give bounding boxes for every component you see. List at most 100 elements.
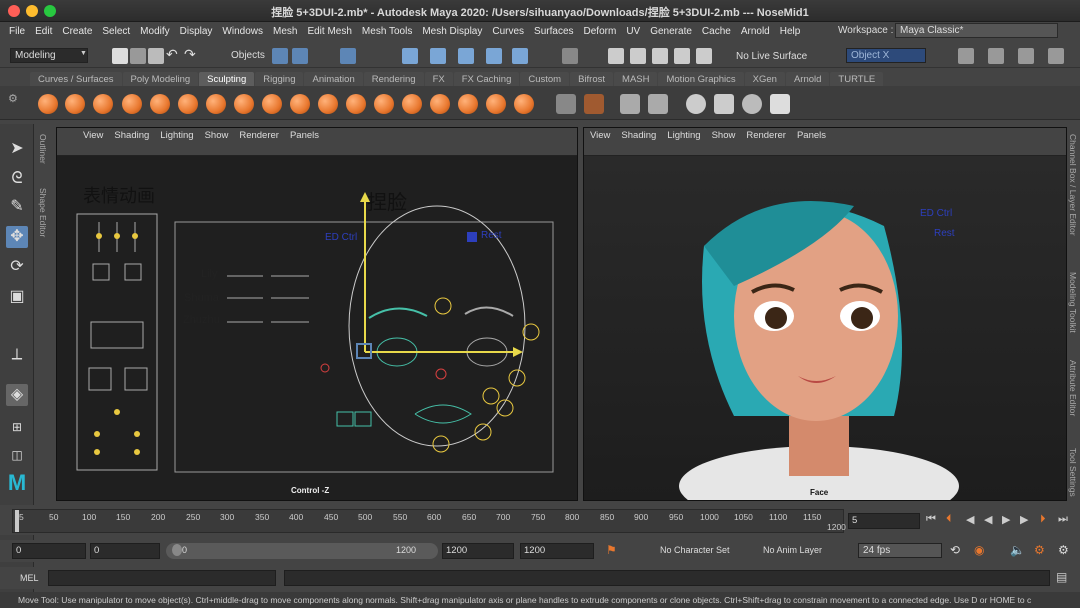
pose-editor-icon[interactable] xyxy=(648,94,668,114)
open-scene-icon[interactable] xyxy=(130,48,146,64)
menu-select[interactable]: Select xyxy=(102,26,130,37)
outliner-tab[interactable]: Outliner xyxy=(38,134,48,164)
foamy-tool-icon[interactable] xyxy=(206,94,226,114)
menu-edit-mesh[interactable]: Edit Mesh xyxy=(307,26,351,37)
menu-create[interactable]: Create xyxy=(62,26,92,37)
smear-tool-icon[interactable] xyxy=(430,94,450,114)
repeat-tool-icon[interactable] xyxy=(262,94,282,114)
left-panel-toolbar[interactable] xyxy=(57,142,577,156)
right-renderer-menu[interactable]: Renderer xyxy=(746,130,786,141)
snap-to-view-plane-icon[interactable] xyxy=(486,48,502,64)
time-slider-track[interactable]: 5 50 100 150 200 250 300 350 400 450 500… xyxy=(12,509,846,533)
character-set-label[interactable]: No Character Set xyxy=(660,545,730,555)
right-panels-menu[interactable]: Panels xyxy=(797,130,826,141)
menu-mesh[interactable]: Mesh xyxy=(273,26,297,37)
menu-generate[interactable]: Generate xyxy=(650,26,692,37)
attribute-editor-tab[interactable]: Attribute Editor xyxy=(1068,360,1078,416)
range-slider-bar[interactable]: 0 1200 xyxy=(166,543,438,559)
freeze-tool-icon[interactable] xyxy=(514,94,534,114)
amplify-tool-icon[interactable] xyxy=(486,94,506,114)
shelf-tab-fx[interactable]: FX xyxy=(424,72,453,86)
step-forward-frame-icon[interactable]: ▶ xyxy=(1020,513,1028,526)
menu-surfaces[interactable]: Surfaces xyxy=(534,26,573,37)
right-view-menu[interactable]: View xyxy=(590,130,610,141)
select-tool-icon[interactable]: ➤ xyxy=(6,138,28,160)
step-forward-key-icon[interactable]: ⏵ xyxy=(1040,513,1046,526)
shelf-tab-animation[interactable]: Animation xyxy=(304,72,363,86)
left-renderer-menu[interactable]: Renderer xyxy=(239,130,279,141)
animation-end-field[interactable]: 1200 xyxy=(520,543,594,559)
menu-display[interactable]: Display xyxy=(180,26,213,37)
smooth-tool-icon[interactable] xyxy=(65,94,85,114)
playback-start-field[interactable]: 0 xyxy=(90,543,160,559)
left-viewport[interactable]: View Shading Lighting Show Renderer Pane… xyxy=(56,127,578,501)
menu-curves[interactable]: Curves xyxy=(492,26,524,37)
tool-settings-tab[interactable]: Tool Settings xyxy=(1068,448,1078,497)
menu-edit[interactable]: Edit xyxy=(35,26,52,37)
bulge-tool-icon[interactable] xyxy=(458,94,478,114)
selection-mode-label[interactable]: Objects xyxy=(231,50,265,61)
shelf-tab-xgen[interactable]: XGen xyxy=(744,72,785,86)
shelf-tab-curves-surfaces[interactable]: Curves / Surfaces xyxy=(30,72,122,86)
animation-prefs-icon[interactable]: ⚙ xyxy=(1034,543,1045,557)
left-lighting-menu[interactable]: Lighting xyxy=(160,130,193,141)
shelf-tab-rendering[interactable]: Rendering xyxy=(363,72,424,86)
menu-mesh-display[interactable]: Mesh Display xyxy=(422,26,482,37)
shape-editor-tab[interactable]: Shape Editor xyxy=(38,188,48,237)
snap-to-point-icon[interactable] xyxy=(458,48,474,64)
left-panels-menu[interactable]: Panels xyxy=(290,130,319,141)
shelf-settings-icon[interactable]: ⚙ xyxy=(8,92,18,105)
pinch-tool-icon[interactable] xyxy=(150,94,170,114)
menu-cache[interactable]: Cache xyxy=(702,26,731,37)
channel-box-tab[interactable]: Channel Box / Layer Editor xyxy=(1068,134,1078,236)
time-slider[interactable]: 5 50 100 150 200 250 300 350 400 450 500… xyxy=(0,505,1080,535)
shelf-tab-rigging[interactable]: Rigging xyxy=(255,72,304,86)
current-frame-field[interactable]: 5 xyxy=(848,513,920,529)
select-by-hierarchy-icon[interactable] xyxy=(272,48,288,64)
step-back-key-icon[interactable]: ⏴ xyxy=(946,513,952,526)
spray-tool-icon[interactable] xyxy=(234,94,254,114)
play-backwards-icon[interactable]: ◀ xyxy=(984,513,992,526)
script-editor-icon[interactable]: ▤ xyxy=(1056,570,1067,584)
eraser-icon[interactable] xyxy=(770,94,790,114)
snap-to-grid-icon[interactable] xyxy=(402,48,418,64)
sculpt-layer-icon[interactable] xyxy=(584,94,604,114)
grab-tool-icon[interactable] xyxy=(122,94,142,114)
select-by-component-icon[interactable] xyxy=(340,48,356,64)
menu-windows[interactable]: Windows xyxy=(222,26,263,37)
texture-deformer-icon[interactable] xyxy=(742,94,762,114)
left-view-menu[interactable]: View xyxy=(83,130,103,141)
shelf-tab-fx-caching[interactable]: FX Caching xyxy=(453,72,520,86)
modeling-toolkit-tab[interactable]: Modeling Toolkit xyxy=(1068,272,1078,333)
scrape-tool-icon[interactable] xyxy=(346,94,366,114)
workspace-select[interactable]: Maya Classic* xyxy=(895,23,1058,38)
menu-deform[interactable]: Deform xyxy=(584,26,617,37)
sculpt-tool-icon[interactable] xyxy=(38,94,58,114)
undo-icon[interactable]: ↶ xyxy=(166,46,178,63)
rotate-tool-icon[interactable]: ⟳ xyxy=(6,256,28,278)
right-lighting-menu[interactable]: Lighting xyxy=(667,130,700,141)
right-shading-menu[interactable]: Shading xyxy=(621,130,656,141)
play-forwards-icon[interactable]: ▶ xyxy=(1002,513,1010,526)
flatten-tool-icon[interactable] xyxy=(178,94,198,114)
redo-icon[interactable]: ↷ xyxy=(184,46,196,63)
two-view-layout-icon[interactable]: ◫ xyxy=(6,444,28,466)
left-viewport-canvas[interactable]: 表情动画 捏脸 ED Ctrl Rest Lily Shuma Zhuzhu C… xyxy=(57,156,577,500)
left-shading-menu[interactable]: Shading xyxy=(114,130,149,141)
make-live-icon[interactable] xyxy=(512,48,528,64)
auto-key-icon[interactable]: ◉ xyxy=(974,543,984,557)
shelf-tab-motion-graphics[interactable]: Motion Graphics xyxy=(658,72,744,86)
save-scene-icon[interactable] xyxy=(148,48,164,64)
paint-select-tool-icon[interactable]: ✎ xyxy=(6,196,28,218)
imprint-tool-icon[interactable] xyxy=(290,94,310,114)
menu-mesh-tools[interactable]: Mesh Tools xyxy=(362,26,412,37)
animation-start-field[interactable]: 0 xyxy=(12,543,86,559)
select-by-object-icon[interactable] xyxy=(292,48,308,64)
move-tool-icon[interactable]: ✥ xyxy=(6,226,28,248)
left-show-menu[interactable]: Show xyxy=(205,130,229,141)
shelf-tab-turtle[interactable]: TURTLE xyxy=(830,72,884,86)
last-tool-icon[interactable]: ⟂ xyxy=(6,344,28,366)
shelf-tab-custom[interactable]: Custom xyxy=(520,72,570,86)
hypershade-icon[interactable] xyxy=(674,48,690,64)
menu-set-select[interactable]: Modeling xyxy=(10,48,88,63)
